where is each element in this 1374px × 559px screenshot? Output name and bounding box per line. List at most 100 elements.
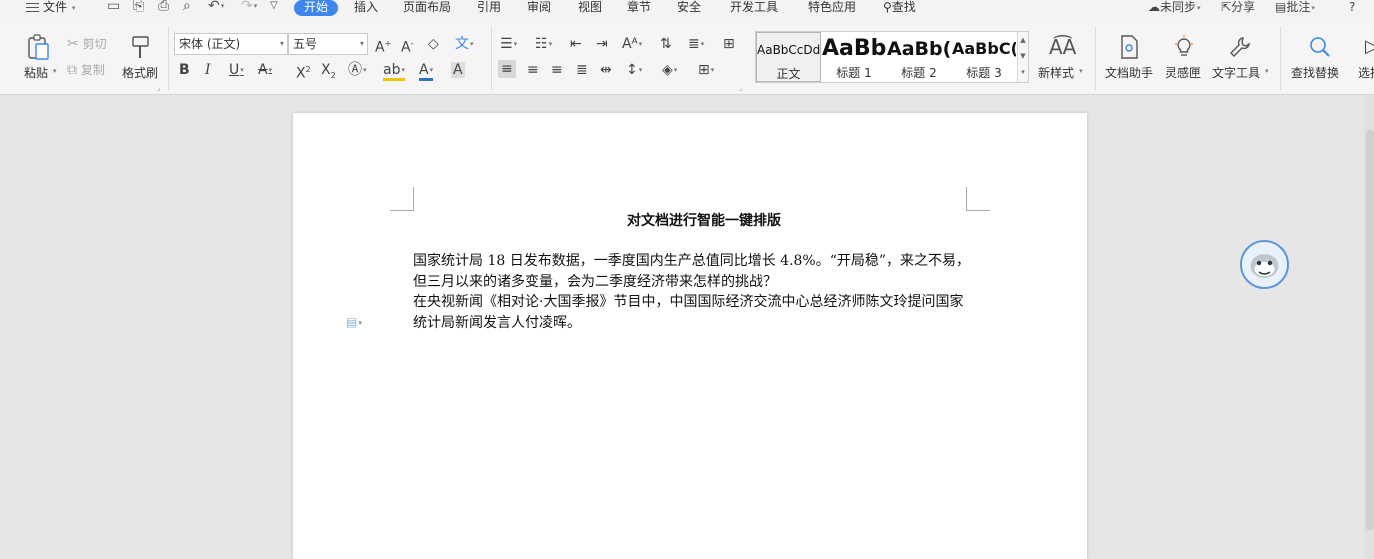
- scrollbar-thumb[interactable]: [1366, 130, 1374, 530]
- underline-icon[interactable]: U▾: [229, 62, 244, 78]
- new-style-button[interactable]: A͡A 新样式 ▾: [1036, 34, 1086, 86]
- line-spacing-icon[interactable]: ≣▾: [688, 36, 704, 52]
- export-icon[interactable]: ⎘: [133, 0, 144, 17]
- find-replace-button[interactable]: 查找替换: [1290, 34, 1352, 86]
- wrench-icon: [1230, 37, 1250, 57]
- highlight-icon[interactable]: ab▾: [383, 62, 405, 81]
- paste-button[interactable]: 粘贴 ▾: [22, 34, 58, 86]
- comment-button[interactable]: ▤批注▾: [1275, 0, 1315, 17]
- share-label: 分享: [1231, 0, 1256, 14]
- search-tab[interactable]: ⚲查找: [883, 0, 916, 17]
- customize-quick-access-icon[interactable]: ▽: [270, 0, 278, 17]
- document-paragraph[interactable]: 国家统计局 18 日发布数据，一季度国内生产总值同比增长 4.8%。“开局稳”，…: [413, 251, 973, 292]
- document-assistant-icon: [1121, 35, 1138, 59]
- cursor-icon: ▷: [1365, 36, 1374, 57]
- assistant-avatar-icon[interactable]: [1240, 240, 1289, 289]
- table-icon[interactable]: ⊞: [723, 36, 735, 52]
- shrink-font-icon[interactable]: A-: [401, 36, 413, 56]
- sync-status[interactable]: ☁未同步▾: [1148, 0, 1201, 17]
- scissors-icon: ✂: [67, 36, 79, 52]
- more-styles-icon[interactable]: ▾: [1018, 64, 1028, 80]
- styles-scrollbar[interactable]: ▲ ▼ ▾: [1017, 32, 1028, 82]
- borders-icon[interactable]: ⊞▾: [698, 62, 714, 78]
- character-shading-icon[interactable]: A: [451, 62, 465, 78]
- style-heading-1[interactable]: AaBb 标题 1: [822, 32, 886, 82]
- bullet-list-icon[interactable]: ☰▾: [500, 36, 517, 52]
- inspiration-button[interactable]: 灵感匣: [1164, 34, 1204, 86]
- copy-button[interactable]: ⧉ 复制: [67, 61, 105, 78]
- style-name: 正文: [776, 67, 801, 81]
- style-name: 标题 3: [966, 66, 1002, 80]
- align-right-icon[interactable]: ≡: [551, 62, 563, 78]
- tab-developer[interactable]: 开发工具: [730, 0, 778, 17]
- comment-label: 批注: [1286, 0, 1311, 14]
- tab-special-apps[interactable]: 特色应用: [808, 0, 856, 17]
- cloud-icon: ☁: [1148, 0, 1160, 14]
- clipboard-dialog-launcher[interactable]: ⌟: [157, 84, 160, 92]
- paragraph-spacing-icon[interactable]: ↕▾: [626, 62, 642, 78]
- document-paragraph[interactable]: 在央视新闻《相对论·大国季报》节目中，中国国际经济交流中心总经济师陈文玲提问国家…: [413, 292, 973, 333]
- font-color-icon[interactable]: A▾: [419, 62, 434, 81]
- clear-format-icon[interactable]: ◇: [428, 36, 439, 52]
- document-page[interactable]: 对文档进行智能一键排版 国家统计局 18 日发布数据，一季度国内生产总值同比增长…: [293, 113, 1087, 559]
- align-center-icon[interactable]: ≡: [527, 62, 539, 78]
- style-preview: AaBbCcDd: [757, 43, 820, 57]
- save-icon[interactable]: ▭: [107, 0, 120, 17]
- cut-button[interactable]: ✂ 剪切: [67, 35, 107, 52]
- paragraph-dialog-launcher[interactable]: ⌟: [739, 84, 742, 92]
- tab-home[interactable]: 开始: [294, 0, 339, 16]
- vertical-scrollbar[interactable]: [1364, 95, 1374, 559]
- document-title[interactable]: 对文档进行智能一键排版: [293, 210, 1115, 230]
- tab-security[interactable]: 安全: [677, 0, 701, 17]
- tab-references[interactable]: 引用: [477, 0, 501, 17]
- subscript-icon[interactable]: X2: [321, 62, 336, 84]
- font-name-select[interactable]: 宋体 (正文) ▾: [174, 33, 288, 55]
- align-left-icon[interactable]: ≡: [498, 60, 516, 78]
- phonetic-guide-icon[interactable]: 文▾: [455, 36, 474, 52]
- increase-indent-icon[interactable]: ⇥: [596, 36, 608, 52]
- font-name-value: 宋体 (正文): [179, 37, 241, 51]
- justify-icon[interactable]: ≣: [576, 62, 588, 78]
- chevron-down-icon[interactable]: ▼: [1018, 48, 1028, 64]
- format-painter-icon: [132, 36, 149, 58]
- superscript-icon[interactable]: X2: [296, 62, 311, 82]
- change-case-icon[interactable]: Aᴬ▾: [622, 36, 642, 52]
- distributed-align-icon[interactable]: ⇹: [600, 62, 612, 78]
- italic-icon[interactable]: I: [205, 62, 211, 78]
- share-button[interactable]: ⇱分享: [1221, 0, 1255, 17]
- tab-view[interactable]: 视图: [578, 0, 602, 17]
- margin-corner-marker: [390, 187, 414, 211]
- file-menu[interactable]: 文件 ▾: [26, 0, 75, 17]
- tab-insert[interactable]: 插入: [354, 0, 378, 17]
- shading-icon[interactable]: ◈▾: [662, 62, 677, 78]
- style-heading-3[interactable]: AaBbC( 标题 3: [952, 32, 1016, 82]
- undo-icon[interactable]: ↶▾: [208, 0, 224, 17]
- font-size-select[interactable]: 五号 ▾: [288, 33, 368, 55]
- text-tools-button[interactable]: 文字工具 ▾: [1211, 34, 1271, 86]
- chevron-down-icon: ▾: [279, 39, 284, 48]
- bold-icon[interactable]: B: [179, 62, 190, 78]
- copy-icon: ⧉: [67, 62, 77, 78]
- chevron-up-icon[interactable]: ▲: [1018, 32, 1028, 48]
- format-painter-button[interactable]: 格式刷: [120, 34, 160, 86]
- grow-font-icon[interactable]: A+: [375, 36, 391, 56]
- style-heading-2[interactable]: AaBb( 标题 2: [887, 32, 951, 82]
- doc-assistant-button[interactable]: 文档助手: [1104, 34, 1156, 86]
- numbered-list-icon[interactable]: ☷▾: [535, 36, 552, 52]
- comment-icon: ▤: [1275, 0, 1287, 14]
- tab-review[interactable]: 审阅: [527, 0, 551, 17]
- style-normal[interactable]: AaBbCcDd 正文: [756, 32, 821, 82]
- print-icon[interactable]: ⎙: [158, 0, 169, 17]
- paragraph-options-icon[interactable]: ▤▾: [346, 315, 362, 329]
- strikethrough-icon[interactable]: A▾: [258, 62, 272, 78]
- text-effect-icon[interactable]: Ⓐ▾: [348, 62, 367, 78]
- chevron-down-icon: ▾: [71, 3, 76, 12]
- help-button[interactable]: ?: [1349, 0, 1355, 17]
- sort-icon[interactable]: ⇅: [660, 36, 672, 52]
- tab-sections[interactable]: 章节: [627, 0, 651, 17]
- decrease-indent-icon[interactable]: ⇤: [570, 36, 582, 52]
- select-button[interactable]: ▷ 选择: [1357, 34, 1374, 86]
- tab-page-layout[interactable]: 页面布局: [403, 0, 451, 17]
- redo-icon[interactable]: ↷▾: [241, 0, 257, 17]
- print-preview-icon[interactable]: ⌕: [183, 0, 191, 17]
